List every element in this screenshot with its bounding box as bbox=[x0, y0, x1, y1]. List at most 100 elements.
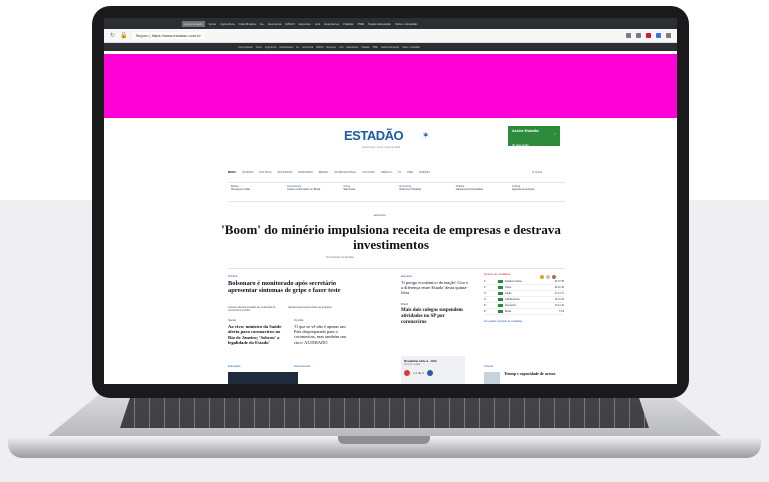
site-bookmark-item[interactable]: E+ bbox=[296, 46, 299, 49]
bookmark-item[interactable]: Classificados bbox=[239, 22, 257, 26]
bookmark-item[interactable]: E+ bbox=[260, 22, 264, 26]
site-bookmark-item[interactable]: Sobre o Estadão bbox=[402, 46, 420, 49]
check-icon: ✓ bbox=[553, 132, 556, 136]
site-bookmark-item[interactable]: Esportes bbox=[327, 46, 336, 49]
topic-item[interactable]: Política Câmara dos Deputados bbox=[453, 183, 509, 201]
extension-icon[interactable] bbox=[636, 33, 641, 38]
topic-item[interactable]: Economia Reforma Tributária bbox=[397, 183, 453, 201]
nav-item[interactable]: BRASIL bbox=[319, 171, 329, 174]
search-icon[interactable]: ⌕ Entrar bbox=[532, 169, 542, 174]
table-row[interactable]: 6º Brasil 7 6 8 bbox=[484, 309, 564, 315]
site-bookmark-item[interactable]: Classificados bbox=[279, 46, 293, 49]
col3-section-2[interactable]: Brasil bbox=[401, 302, 408, 306]
col1-item-1[interactable]: Governo discute medidas de contenção do … bbox=[228, 306, 284, 312]
medals-cell: 27 14 17 bbox=[554, 292, 564, 295]
lid-opening-notch bbox=[338, 436, 430, 444]
sidebar-section-2[interactable]: Coluna bbox=[484, 364, 493, 368]
nav-item[interactable]: TV bbox=[398, 171, 401, 174]
col1-section[interactable]: Política bbox=[228, 274, 237, 278]
topic-item[interactable]: Coronavírus Casos confirmados no Brasil bbox=[284, 183, 340, 201]
nav-item[interactable]: POLÍTICA bbox=[259, 171, 271, 174]
site-bookmark-item[interactable]: Estudantes bbox=[346, 46, 358, 49]
bookmark-item[interactable]: Paladar bbox=[343, 22, 353, 26]
story-thumbnail[interactable] bbox=[484, 372, 500, 384]
site-bookmark-item[interactable]: Paladar bbox=[361, 46, 369, 49]
site-bookmark-item[interactable]: Saúde Educação bbox=[381, 46, 399, 49]
medals-cell: 10 11 16 bbox=[554, 304, 564, 307]
topic-item[interactable]: Cultura Agenda da semana bbox=[509, 183, 565, 201]
bookmark-item[interactable]: PME bbox=[358, 22, 365, 26]
url-text: https://www.estadao.com.br bbox=[151, 33, 201, 38]
sidebar-story-2[interactable]: Trump e capacidade de acesso bbox=[504, 371, 564, 377]
col2-section-2[interactable]: Internacional bbox=[294, 364, 310, 368]
menu-icon[interactable] bbox=[666, 33, 671, 38]
address-bar[interactable]: ↻ 🔒 Seguro | https://www.estadao.com.br bbox=[104, 29, 677, 43]
redacted-ad-banner bbox=[104, 54, 677, 118]
bookmark-item[interactable]: Agricultura bbox=[220, 22, 234, 26]
bookmark-item[interactable]: Economia bbox=[268, 22, 281, 26]
bookmark-item[interactable]: Verso bbox=[209, 22, 217, 26]
football-widget[interactable]: Brasileirão Série A - 2020 Próxima rodad… bbox=[401, 356, 465, 384]
url-field[interactable]: Seguro | https://www.estadao.com.br bbox=[132, 32, 204, 39]
col3-story-2[interactable]: Mais dois colegas suspendem atividades n… bbox=[401, 308, 471, 325]
topic-item[interactable]: Bolsas Ibovespa e dólar bbox=[228, 183, 284, 201]
col1-headline[interactable]: Bolsonaro é monitorado após secretário a… bbox=[228, 280, 346, 295]
site-bookmark-item[interactable]: Grupo Estado bbox=[238, 46, 253, 49]
nav-item[interactable]: ESPORTES bbox=[298, 171, 313, 174]
video-thumbnail[interactable] bbox=[228, 372, 298, 384]
site-bookmark-item[interactable]: Verso bbox=[256, 46, 262, 49]
site-bookmark-item[interactable]: Agricultura bbox=[265, 46, 276, 49]
rank-cell: 5º bbox=[484, 304, 487, 307]
site-bookmark-item[interactable]: PME bbox=[373, 46, 378, 49]
date-tagline: Quinta-feira, 12 de março de 2020 bbox=[362, 146, 401, 149]
lock-icon: 🔒 bbox=[120, 33, 128, 39]
col1-item-2[interactable]: Câmara aprova texto-base da proposta bbox=[288, 306, 344, 309]
nav-item[interactable]: INTERNACIONAL bbox=[334, 171, 356, 174]
nav-item[interactable]: MENU bbox=[228, 171, 236, 174]
col2-section[interactable]: Opinião bbox=[294, 318, 304, 322]
reload-icon[interactable]: ↻ bbox=[110, 32, 115, 39]
col1-story-2[interactable]: Ao vivo: ministro da Saúde alerta para c… bbox=[228, 324, 288, 346]
bookmark-item[interactable]: Estudantes bbox=[324, 22, 339, 26]
bookmark-item[interactable]: Esportes bbox=[299, 22, 311, 26]
col1-section-3[interactable]: Educação bbox=[228, 364, 240, 368]
bookmark-item[interactable]: RÁDIO bbox=[285, 22, 295, 26]
bookmark-item[interactable]: Saúde Educação bbox=[368, 22, 391, 26]
col1-section-2[interactable]: Saúde bbox=[228, 318, 236, 322]
medals-cell: 46 37 38 bbox=[554, 280, 564, 283]
nav-item[interactable]: ECONOMIA bbox=[278, 171, 293, 174]
flag-icon bbox=[498, 280, 503, 283]
col3-section[interactable]: Esportes bbox=[401, 274, 412, 278]
main-headline[interactable]: 'Boom' do minério impulsiona receita de … bbox=[216, 222, 566, 252]
bookmark-item[interactable]: Grupo Estado bbox=[182, 20, 205, 27]
site-bookmark-item[interactable]: Link bbox=[339, 46, 343, 49]
col2-story-2[interactable]: 'O que se vê não é apenas um País despre… bbox=[294, 324, 352, 345]
nav-item[interactable]: CULTURA bbox=[362, 171, 375, 174]
medal-table-link[interactable]: Ver quadro completo de medalhas bbox=[484, 320, 564, 323]
extension-blue-icon[interactable] bbox=[656, 33, 661, 38]
nav-item[interactable]: PME bbox=[407, 171, 413, 174]
widget-title: Brasileirão Série A - 2020 bbox=[404, 359, 437, 363]
col3-story-1[interactable]: 'O perigo econômico da inação' Ciro e a … bbox=[401, 280, 471, 296]
extension-red-icon[interactable] bbox=[646, 33, 651, 38]
rank-cell: 2º bbox=[484, 286, 487, 289]
headline-tag[interactable]: Economia bbox=[374, 214, 386, 217]
bookmark-item[interactable]: Sobre o Estadão bbox=[395, 22, 417, 26]
login-link[interactable]: Entrar bbox=[535, 171, 542, 174]
subscribe-promo[interactable]: Assine Estadão 30 dias grátis ✓ bbox=[508, 126, 560, 147]
flag-icon bbox=[498, 310, 503, 313]
site-logo[interactable]: ESTADÃO bbox=[344, 128, 404, 143]
nav-item[interactable]: OPINIÃO bbox=[419, 171, 430, 174]
topics-strip: Bolsas Ibovespa e dólar Coronavírus Casos c… bbox=[228, 182, 565, 202]
site-bookmark-item[interactable]: Economia bbox=[302, 46, 313, 49]
nav-item[interactable]: CIÊNCIA bbox=[381, 171, 392, 174]
bookmark-item[interactable]: Link bbox=[315, 22, 321, 26]
medals-cell: 7 6 8 bbox=[558, 310, 564, 313]
nav-item[interactable]: ÚLTIMAS bbox=[242, 171, 253, 174]
star-icon[interactable] bbox=[626, 33, 631, 38]
promo-title: Assine Estadão bbox=[512, 129, 539, 133]
laptop-base bbox=[8, 392, 761, 464]
topic-text: Casos confirmados no Brasil bbox=[287, 188, 321, 192]
topic-item[interactable]: Clima São Paulo bbox=[340, 183, 396, 201]
site-bookmark-item[interactable]: RÁDIO bbox=[316, 46, 324, 49]
